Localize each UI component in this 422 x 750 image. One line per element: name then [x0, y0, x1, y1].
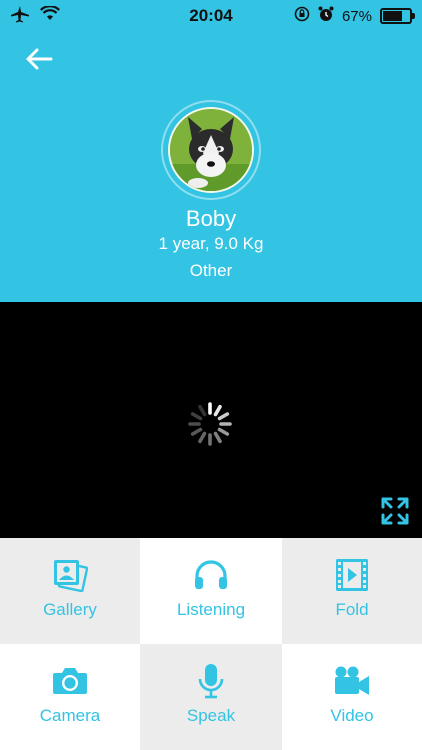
rotation-lock-icon	[294, 6, 310, 26]
pet-breed: Other	[189, 261, 233, 280]
gallery-label: Gallery	[43, 600, 97, 619]
gallery-icon	[52, 558, 88, 592]
dog-photo	[170, 109, 252, 191]
alarm-icon	[318, 6, 334, 26]
microphone-icon	[197, 664, 225, 699]
video-camera-icon	[333, 664, 371, 698]
pet-details: 1 year, 9.0 Kg	[158, 234, 264, 253]
avatar[interactable]	[168, 107, 254, 193]
video-button[interactable]: Video	[282, 644, 422, 750]
video-label: Video	[330, 706, 374, 725]
camera-label: Camera	[39, 706, 101, 725]
pet-name: Boby	[185, 206, 237, 231]
loading-spinner-icon	[188, 402, 232, 446]
fold-label: Fold	[335, 600, 369, 619]
headphones-icon	[193, 558, 229, 592]
speak-label: Speak	[186, 706, 236, 725]
battery-icon	[380, 8, 415, 24]
fold-button[interactable]: Fold	[282, 538, 422, 644]
battery-percent: 67%	[341, 7, 372, 25]
arrow-left-icon	[26, 48, 53, 70]
video-stream[interactable]	[0, 302, 422, 538]
status-bar: 20:04 67%	[0, 0, 422, 30]
film-icon	[334, 558, 370, 592]
pet-header: Boby 1 year, 9.0 Kg Other	[0, 30, 422, 302]
speak-button[interactable]: Speak	[140, 644, 282, 750]
back-button[interactable]	[22, 42, 56, 76]
action-grid: Gallery Listening Fold Camera Speak Vide…	[0, 538, 422, 750]
listening-label: Listening	[176, 600, 246, 619]
camera-icon	[52, 664, 88, 698]
camera-button[interactable]: Camera	[0, 644, 140, 750]
gallery-button[interactable]: Gallery	[0, 538, 140, 644]
avatar-ring	[161, 100, 261, 200]
fullscreen-icon[interactable]	[380, 496, 410, 526]
listening-button[interactable]: Listening	[140, 538, 282, 644]
